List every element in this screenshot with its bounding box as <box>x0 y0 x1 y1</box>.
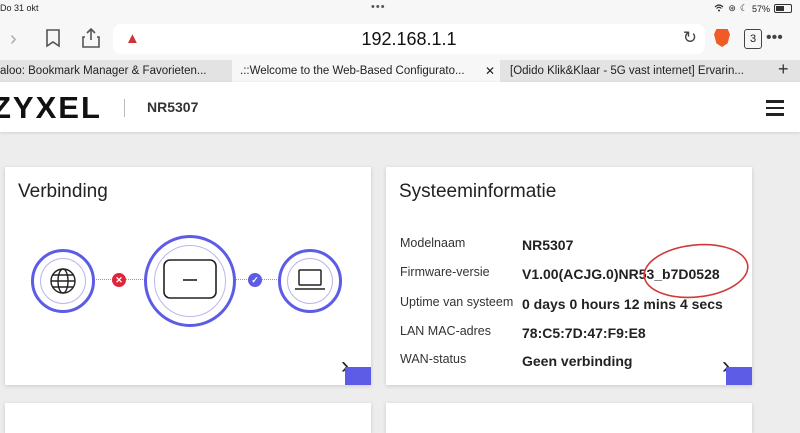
tab-odido[interactable]: [Odido Klik&Klaar - 5G vast internet] Er… <box>510 60 772 82</box>
info-label: LAN MAC-adres <box>400 324 491 338</box>
share-icon[interactable] <box>82 27 100 54</box>
sysinfo-more-button[interactable] <box>726 367 752 385</box>
error-icon: ✕ <box>112 273 126 287</box>
battery-icon <box>774 4 792 13</box>
divider <box>124 99 125 117</box>
info-value: Geen verbinding <box>522 353 633 369</box>
status-date: Do 31 okt <box>0 3 39 13</box>
router-header: ZYXEL NR5307 <box>0 82 800 132</box>
connection-more-button[interactable] <box>345 367 371 385</box>
connection-card: Verbinding ✕ ✓ › <box>5 167 371 385</box>
battery-percent: 57% <box>751 3 770 14</box>
multitask-dots[interactable]: ••• <box>371 1 386 13</box>
connection-title: Verbinding <box>18 181 108 202</box>
info-label: Uptime van systeem <box>400 295 514 309</box>
zyxel-logo: ZYXEL <box>0 90 102 125</box>
sysinfo-title: Systeeminformatie <box>399 181 557 202</box>
tab-count-button[interactable]: 3 <box>744 29 762 49</box>
tab-bookmark-manager[interactable]: aloo: Bookmark Manager & Favorieten... <box>0 60 222 82</box>
info-value: 78:C5:7D:47:F9:E8 <box>522 325 646 341</box>
card-partial <box>386 403 752 433</box>
status-bar: Do 31 okt ••• ⊛ ☾ 57% <box>0 0 800 18</box>
info-label: WAN-status <box>400 352 467 366</box>
laptop-icon <box>294 267 326 298</box>
brave-shield-icon[interactable] <box>714 29 730 47</box>
annotation-ellipse <box>643 243 749 299</box>
router-node <box>144 235 236 327</box>
globe-icon <box>49 267 77 300</box>
card-partial <box>5 403 371 433</box>
info-value: NR5307 <box>522 237 574 253</box>
address-bar[interactable]: ▲ 192.168.1.1 ↻ <box>113 24 705 54</box>
reload-icon[interactable]: ↻ <box>683 28 697 48</box>
close-tab-icon[interactable]: ✕ <box>485 60 495 82</box>
tab-welcome[interactable]: .::Welcome to the Web-Based Configurato.… <box>232 60 500 82</box>
info-label: Firmware-versie <box>400 265 490 279</box>
wifi-icon <box>714 3 724 14</box>
client-node <box>278 249 342 313</box>
check-icon: ✓ <box>248 273 262 287</box>
new-tab-icon[interactable]: + <box>778 59 789 80</box>
menu-icon[interactable] <box>766 100 784 116</box>
browser-toolbar: › ▲ 192.168.1.1 ↻ 3 ••• <box>0 18 800 60</box>
orientation-lock-icon: ⊛ <box>728 3 736 13</box>
more-icon[interactable]: ••• <box>766 29 783 47</box>
header-model: NR5307 <box>147 99 199 115</box>
moon-icon: ☾ <box>739 3 748 13</box>
url-text[interactable]: 192.168.1.1 <box>113 29 705 50</box>
forward-icon[interactable]: › <box>10 28 17 51</box>
router-icon <box>161 256 219 309</box>
tab-bar: aloo: Bookmark Manager & Favorieten... .… <box>0 59 800 82</box>
internet-node <box>31 249 95 313</box>
bookmarks-icon[interactable] <box>44 28 62 54</box>
info-label: Modelnaam <box>400 236 466 250</box>
